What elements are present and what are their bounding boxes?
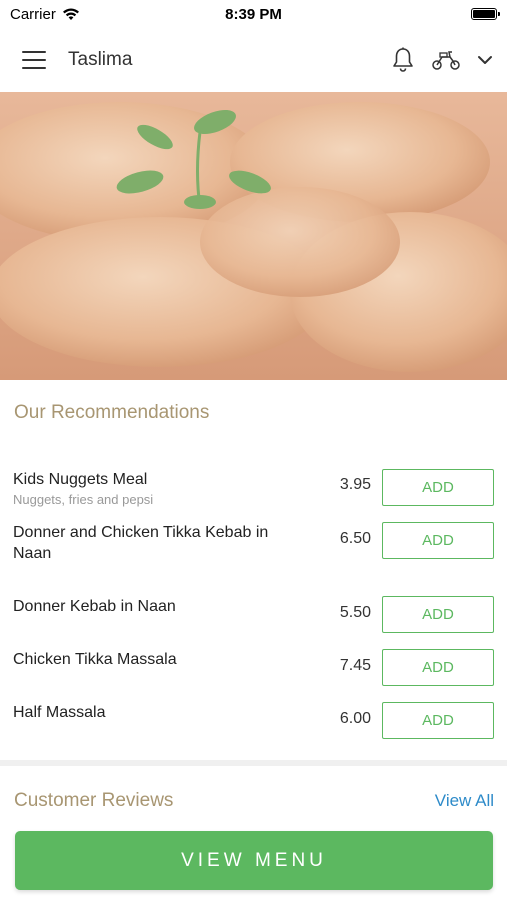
carrier-label: Carrier <box>10 5 56 23</box>
item-text: Chicken Tikka Massala <box>13 649 303 670</box>
item-name: Half Massala <box>13 704 106 721</box>
hero-food-image <box>0 92 507 380</box>
recommendations-title: Our Recommendations <box>14 402 210 423</box>
item-name: Kids Nuggets Meal <box>13 471 148 488</box>
app-header: Taslima <box>0 28 507 92</box>
view-all-link[interactable]: View All <box>435 791 494 811</box>
item-price: 6.50 <box>339 530 371 547</box>
restaurant-title: Taslima <box>68 49 133 70</box>
reviews-title: Customer Reviews <box>14 790 174 811</box>
chevron-down-icon[interactable] <box>477 55 493 65</box>
item-price: 7.45 <box>339 657 371 674</box>
scooter-icon[interactable] <box>431 48 461 72</box>
item-description: Nuggets, fries and pepsi <box>13 492 154 507</box>
add-button[interactable]: ADD <box>382 522 494 559</box>
item-name: Donner and Chicken Tikka Kebab in Naan <box>13 524 269 562</box>
battery-icon <box>471 8 500 20</box>
item-name: Donner Kebab in Naan <box>13 598 176 615</box>
wifi-icon <box>62 8 79 20</box>
add-button[interactable]: ADD <box>382 469 494 506</box>
menu-icon[interactable] <box>22 51 46 69</box>
add-button[interactable]: ADD <box>382 649 494 686</box>
section-divider <box>0 760 507 766</box>
item-price: 6.00 <box>339 710 371 727</box>
view-menu-button[interactable]: VIEW MENU <box>15 831 493 890</box>
item-text: Donner and Chicken Tikka Kebab in Naan <box>13 522 303 564</box>
add-button[interactable]: ADD <box>382 702 494 739</box>
bell-icon[interactable] <box>391 47 415 73</box>
item-price: 5.50 <box>339 604 371 621</box>
status-bar: Carrier 8:39 PM <box>0 0 507 28</box>
item-text: Donner Kebab in Naan <box>13 596 303 617</box>
status-left: Carrier <box>10 6 80 23</box>
item-name: Chicken Tikka Massala <box>13 651 177 668</box>
add-button[interactable]: ADD <box>382 596 494 633</box>
item-price: 3.95 <box>339 476 371 493</box>
item-text: Half Massala <box>13 702 303 723</box>
item-text: Kids Nuggets Meal Nuggets, fries and pep… <box>13 469 303 507</box>
curry-chicken-image <box>0 92 507 380</box>
header-icons <box>391 47 493 73</box>
